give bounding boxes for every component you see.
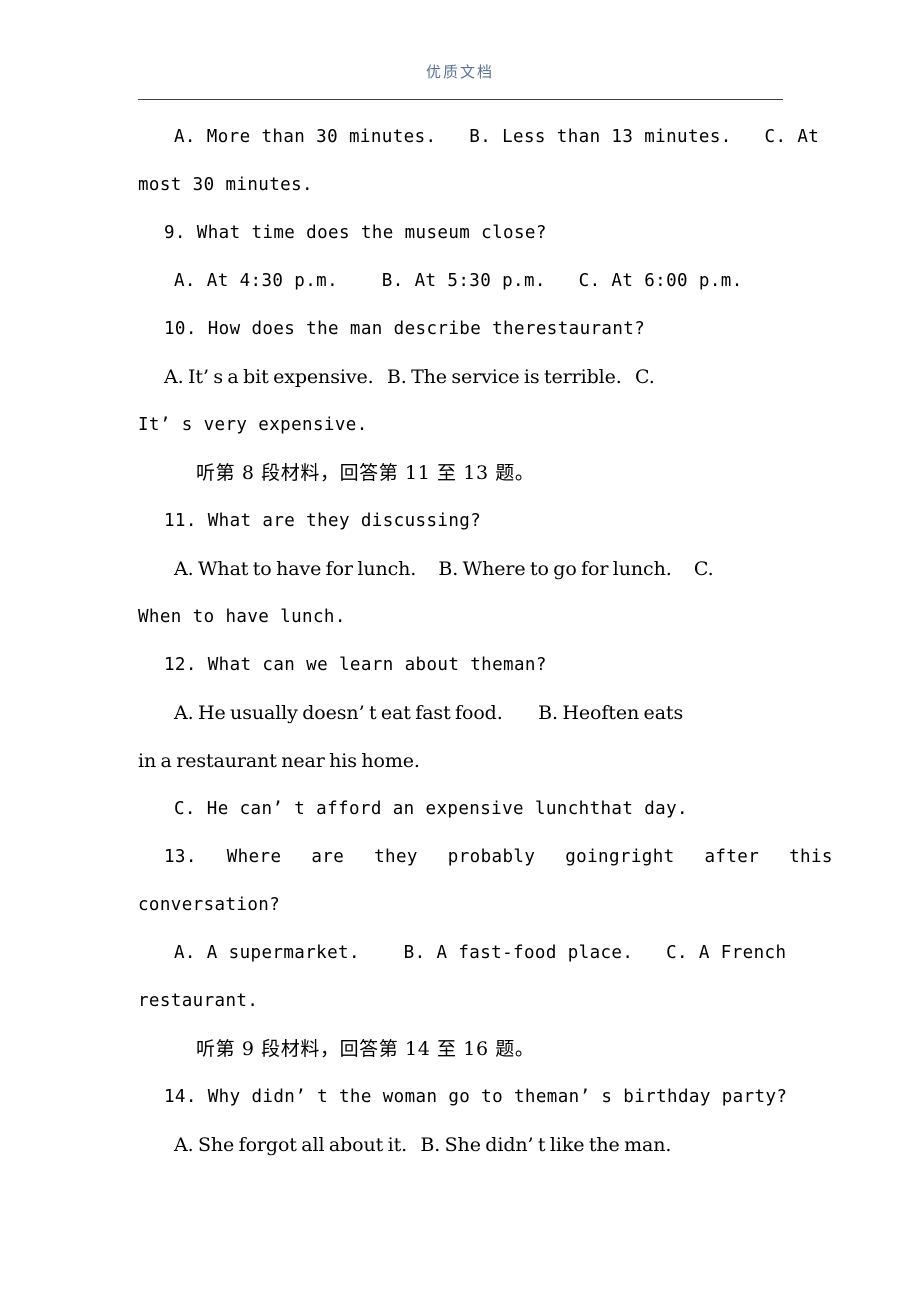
page-header: 优质文档 xyxy=(0,62,920,82)
text-line-q12-options-ab: A. He usually doesn’ t eat fast food. B.… xyxy=(174,702,684,724)
direction-line-material-8: 听第 8 段材料，回答第 11 至 13 题。 xyxy=(196,462,535,484)
text-line-q11-stem: 11. What are they discussing? xyxy=(164,511,482,531)
text-line-q14-stem: 14. Why didn’ t the woman go to theman’ … xyxy=(164,1087,788,1107)
text-line-q11-options-wrap: When to have lunch. xyxy=(138,607,346,627)
text-line-q13-stem: 13. Where are they probably goingright a… xyxy=(164,847,833,867)
text-line-q12-options-wrap: in a restaurant near his home. xyxy=(138,750,420,772)
text-line-q13-options: A. A supermarket. B. A fast-food place. … xyxy=(174,943,787,963)
document-body: A. More than 30 minutes. B. Less than 13… xyxy=(138,113,833,1169)
text-line-q8-options-a: A. More than 30 minutes. B. Less than 13… xyxy=(174,127,820,147)
document-page: 优质文档 A. More than 30 minutes. B. Less th… xyxy=(0,0,920,1302)
header-divider xyxy=(138,99,783,100)
text-line-q10-options: A. It’ s a bit expensive. B. The service… xyxy=(164,366,655,388)
text-line-q14-options: A. She forgot all about it. B. She didn’… xyxy=(174,1134,672,1156)
direction-line-material-9: 听第 9 段材料，回答第 14 至 16 题。 xyxy=(196,1038,535,1060)
text-line-q8-options-wrap: most 30 minutes. xyxy=(138,175,313,195)
text-line-q9-options: A. At 4:30 p.m. B. At 5:30 p.m. C. At 6:… xyxy=(174,271,743,291)
text-line-q12-stem: 12. What can we learn about theman? xyxy=(164,655,547,675)
text-line-q12-options-c: C. He can’ t afford an expensive lunchth… xyxy=(174,799,688,819)
text-line-q13-options-wrap: restaurant. xyxy=(138,991,259,1011)
text-line-q11-options: A. What to have for lunch. B. Where to g… xyxy=(174,558,714,580)
text-line-q10-stem: 10. How does the man describe therestaur… xyxy=(164,319,646,339)
text-line-q9-stem: 9. What time does the museum close? xyxy=(164,223,547,243)
header-watermark-text: 优质文档 xyxy=(425,63,494,81)
text-line-q10-options-wrap: It’ s very expensive. xyxy=(138,415,368,435)
text-line-q13-stem-wrap: conversation? xyxy=(138,895,281,915)
